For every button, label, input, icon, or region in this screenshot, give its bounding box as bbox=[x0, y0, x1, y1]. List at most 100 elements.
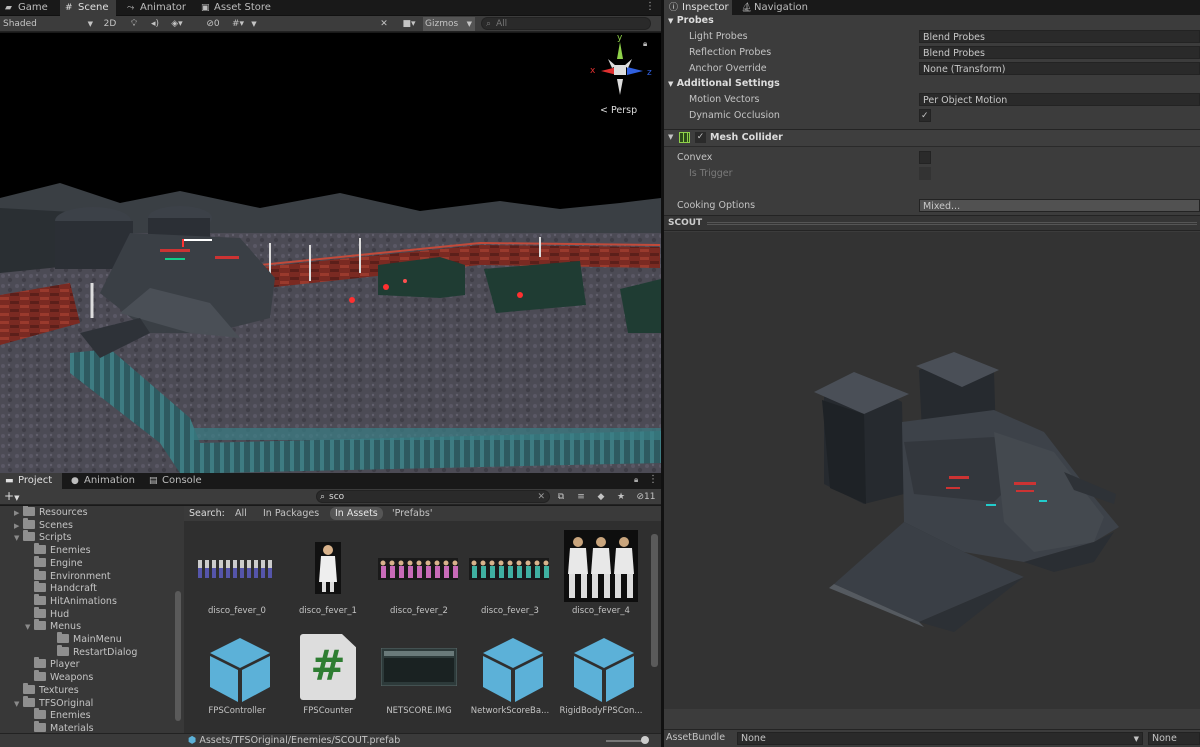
camera-icon[interactable]: ■▾ bbox=[397, 17, 421, 31]
shading-mode-dropdown[interactable]: Shaded ▼ bbox=[0, 17, 95, 31]
asset-tile[interactable]: FPSController bbox=[192, 632, 282, 718]
tab-navigation[interactable]: ⛵︎ Navigation bbox=[736, 0, 816, 16]
assetbundle-dropdown[interactable]: None ▼ bbox=[737, 732, 1143, 745]
lighting-icon[interactable]: 💡︎ bbox=[127, 17, 141, 31]
asset-tile[interactable]: disco_fever_4 bbox=[556, 530, 646, 618]
scout-prefab-preview bbox=[814, 352, 1119, 632]
asset-tile[interactable]: NetworkScoreBa... bbox=[465, 632, 555, 718]
folder-icon bbox=[23, 517, 35, 529]
probes-header[interactable]: ▼ Probes bbox=[668, 14, 714, 28]
scene-viewport[interactable]: y x z 🔒︎ < Persp bbox=[0, 33, 661, 473]
tab-animation[interactable]: ● Animation bbox=[66, 473, 136, 489]
hidden-objects-icon[interactable]: ⊘0 bbox=[200, 17, 226, 31]
asset-label: disco_fever_3 bbox=[481, 606, 539, 616]
folder-label: Engine bbox=[50, 557, 83, 569]
mesh-collider-header[interactable]: ▼ ✓ Mesh Collider bbox=[664, 130, 1200, 147]
is-trigger-checkbox bbox=[919, 167, 931, 180]
asset-tile[interactable]: disco_fever_1 bbox=[283, 532, 373, 618]
folder-label: Scripts bbox=[39, 532, 72, 544]
grid-dropdown-button[interactable]: ▼ bbox=[249, 17, 259, 31]
chevron-down-icon[interactable]: ▼ bbox=[14, 698, 23, 711]
kebab-menu-icon[interactable]: ⋮ bbox=[648, 474, 658, 485]
light-probes-dropdown[interactable]: Blend Probes bbox=[919, 30, 1200, 43]
assetbundle-variant-dropdown[interactable]: None bbox=[1148, 732, 1200, 745]
tab-console[interactable]: ▤ Console bbox=[144, 473, 206, 489]
filter-all[interactable]: All bbox=[235, 506, 247, 521]
convex-checkbox[interactable] bbox=[919, 151, 931, 164]
chevron-right-icon[interactable]: ▶ bbox=[14, 507, 23, 520]
preview-viewport[interactable] bbox=[664, 232, 1200, 709]
hidden-packages-icon[interactable]: ⊘11 bbox=[632, 490, 660, 504]
lock-icon[interactable]: 🔒︎ bbox=[643, 39, 647, 49]
prefab-icon bbox=[483, 638, 543, 702]
convex-label: Convex bbox=[677, 152, 713, 163]
folder-label: Hud bbox=[50, 608, 70, 620]
folder-tree-item[interactable]: Weapons bbox=[25, 670, 93, 685]
animator-icon: ⤳ bbox=[127, 3, 135, 13]
asset-tile[interactable]: RigidBodyFPSCon... bbox=[556, 632, 646, 718]
folder-icon bbox=[23, 695, 35, 707]
asset-tile[interactable]: disco_fever_0 bbox=[192, 532, 282, 618]
grid-icon[interactable]: #▾ bbox=[229, 17, 247, 31]
tab-game[interactable]: ▰ Game bbox=[0, 0, 56, 16]
asset-tile[interactable]: NETSCORE.IMG bbox=[374, 632, 464, 718]
motion-vectors-dropdown[interactable]: Per Object Motion bbox=[919, 93, 1200, 106]
inspector-tab-bar: ⓘ Inspector ⛵︎ Navigation bbox=[664, 0, 1200, 16]
inspector-panel: ⓘ Inspector ⛵︎ Navigation ▼ Probes Light P… bbox=[664, 0, 1200, 747]
asset-tile[interactable]: disco_fever_2 bbox=[374, 532, 464, 618]
label-icon[interactable]: ◆ bbox=[594, 490, 608, 504]
chevron-down-icon[interactable]: ▼ bbox=[14, 532, 23, 545]
tools-icon[interactable]: ✕ bbox=[377, 17, 391, 31]
drag-handle[interactable] bbox=[707, 222, 1197, 225]
kebab-menu-icon[interactable]: ⋮ bbox=[645, 1, 655, 12]
folder-label: Resources bbox=[39, 507, 88, 518]
anchor-override-field[interactable]: None (Transform) bbox=[919, 62, 1200, 75]
reflection-probes-dropdown[interactable]: Blend Probes bbox=[919, 46, 1200, 59]
folder-tree-item[interactable]: Hud bbox=[25, 606, 70, 622]
search-by-type-icon[interactable]: ⧉ bbox=[554, 490, 568, 504]
folder-label: Scenes bbox=[39, 519, 73, 531]
light-probes-label: Light Probes bbox=[689, 31, 748, 42]
folder-icon bbox=[34, 543, 46, 555]
scene-search-input[interactable]: ⌕ All bbox=[481, 17, 651, 30]
chevron-down-icon[interactable]: ▼ bbox=[25, 621, 34, 634]
filter-in-assets[interactable]: In Assets bbox=[330, 507, 383, 520]
dynamic-occlusion-checkbox[interactable]: ✓ bbox=[919, 109, 931, 122]
additional-settings-header[interactable]: ▼ Additional Settings bbox=[668, 77, 780, 91]
folder-tree-item[interactable]: RestartDialog bbox=[48, 644, 137, 660]
favorite-icon[interactable]: ★ bbox=[614, 490, 628, 504]
tab-asset-store[interactable]: ▣ Asset Store bbox=[196, 0, 272, 16]
tab-scene[interactable]: # Scene bbox=[60, 0, 116, 16]
filter-icon[interactable]: ≡ bbox=[574, 490, 588, 504]
chevron-right-icon[interactable]: ▶ bbox=[14, 520, 23, 533]
asset-tile[interactable]: disco_fever_3 bbox=[465, 532, 555, 618]
create-button[interactable]: +▼ bbox=[4, 489, 19, 505]
preview-header[interactable]: SCOUT bbox=[664, 215, 1200, 231]
toggle-2d-button[interactable]: 2D bbox=[100, 17, 120, 31]
grid-scrollbar[interactable] bbox=[651, 534, 658, 667]
filter-prefabs[interactable]: 'Prefabs' bbox=[392, 506, 432, 521]
tab-animator[interactable]: ⤳ Animator bbox=[122, 0, 188, 16]
folder-tree-item[interactable]: ▼ Menus bbox=[25, 619, 81, 634]
audio-icon[interactable]: ◂) bbox=[148, 17, 162, 31]
projection-label[interactable]: < Persp bbox=[600, 105, 637, 116]
gizmos-dropdown[interactable]: Gizmos ▼ bbox=[423, 17, 475, 31]
folder-tree-item[interactable]: ▼ TFSOriginal bbox=[14, 695, 93, 711]
chevron-down-icon: ▼ bbox=[1133, 735, 1139, 743]
project-search-input[interactable]: ⌕ sco ✕ bbox=[316, 490, 550, 503]
folder-tree-item[interactable]: ▼ Scripts bbox=[14, 530, 72, 545]
tab-project[interactable]: ▬ Project bbox=[0, 473, 62, 489]
asset-tile[interactable]: # FPSCounter bbox=[283, 632, 373, 718]
mesh-collider-enabled-checkbox[interactable]: ✓ bbox=[695, 132, 706, 143]
icon-size-slider-knob[interactable] bbox=[641, 736, 649, 744]
tree-scrollbar[interactable] bbox=[175, 591, 181, 721]
filter-in-packages[interactable]: In Packages bbox=[263, 506, 319, 521]
cooking-options-dropdown[interactable]: Mixed... bbox=[919, 199, 1200, 212]
navigation-icon: ⛵︎ bbox=[741, 3, 753, 13]
effects-icon[interactable]: ◈▾ bbox=[168, 17, 186, 31]
lock-icon[interactable]: 🔒︎ bbox=[634, 475, 638, 485]
path-bar: ⬢ Assets/TFSOriginal/Enemies/SCOUT.prefa… bbox=[0, 733, 661, 747]
scene-toolbar: Shaded ▼ 2D 💡︎ ◂) ◈▾ ⊘0 #▾ ▼ ✕ ■▾ Gizmos ▼… bbox=[0, 16, 661, 32]
clear-search-icon[interactable]: ✕ bbox=[537, 491, 545, 503]
image-thumbnail bbox=[381, 648, 457, 686]
